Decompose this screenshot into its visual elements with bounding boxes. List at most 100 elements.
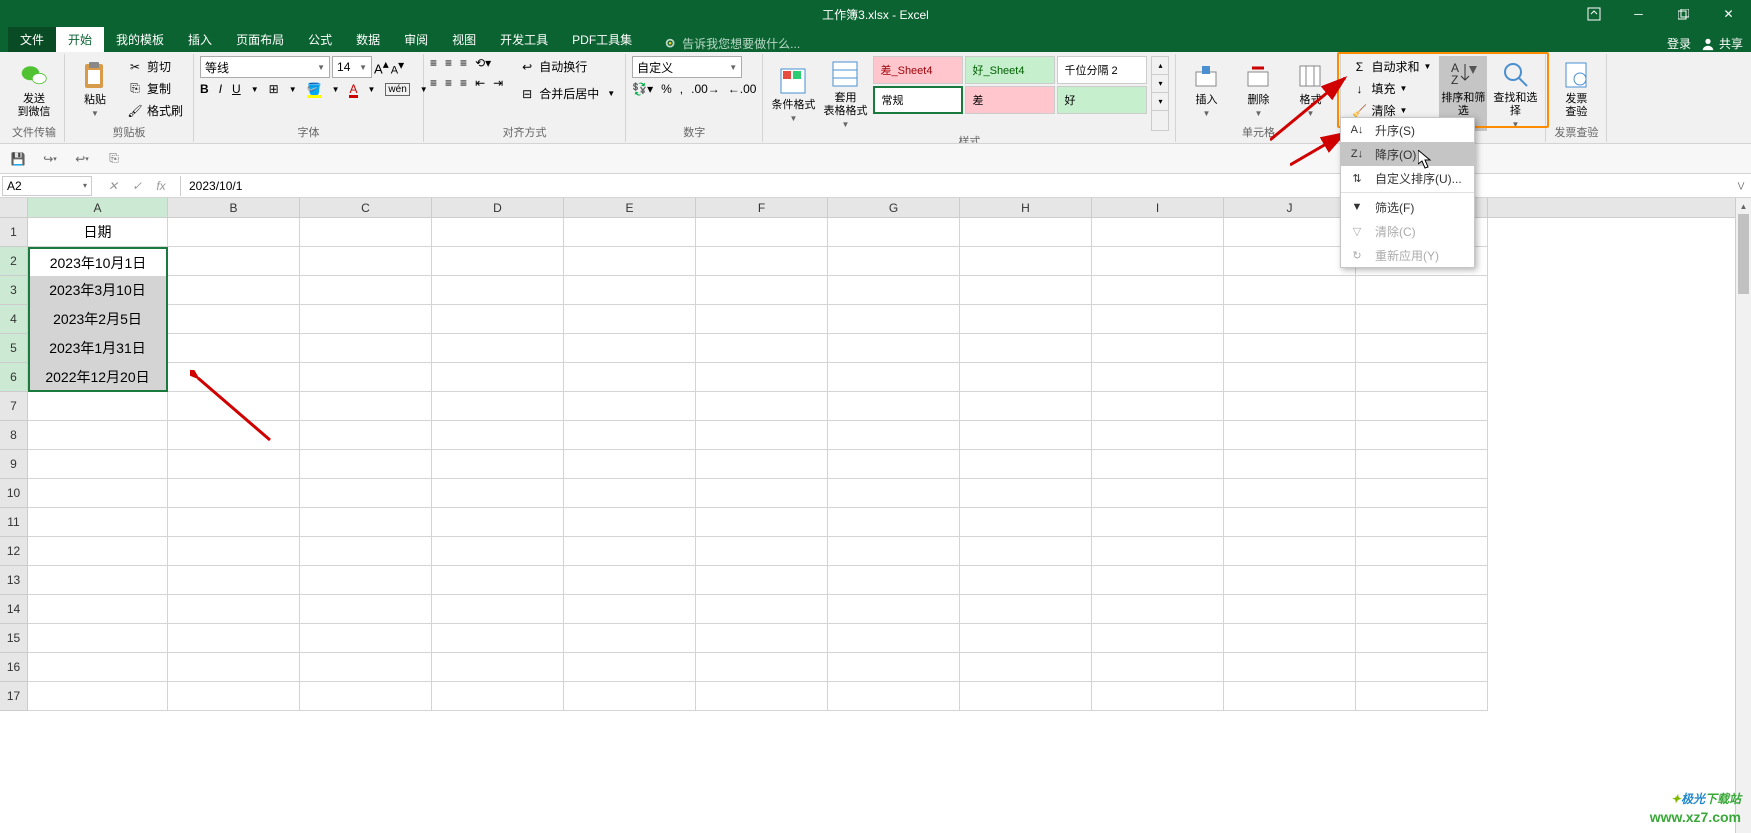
cell[interactable] xyxy=(300,247,432,276)
cell[interactable] xyxy=(28,421,168,450)
row-header[interactable]: 6 xyxy=(0,363,28,392)
cell[interactable] xyxy=(1224,595,1356,624)
cell[interactable] xyxy=(1356,421,1488,450)
style-gallery-arrows[interactable]: ▴▾▾ xyxy=(1151,56,1169,131)
cell[interactable] xyxy=(432,595,564,624)
decrease-decimal-icon[interactable]: ←.00 xyxy=(728,82,757,96)
col-header-I[interactable]: I xyxy=(1092,198,1224,217)
cell[interactable] xyxy=(432,566,564,595)
bold-button[interactable]: B xyxy=(200,82,209,96)
col-header-J[interactable]: J xyxy=(1224,198,1356,217)
row-header[interactable]: 2 xyxy=(0,247,28,276)
cell[interactable] xyxy=(300,595,432,624)
cell[interactable] xyxy=(564,276,696,305)
cell[interactable] xyxy=(564,566,696,595)
cell[interactable] xyxy=(1224,653,1356,682)
cell[interactable] xyxy=(564,305,696,334)
cell[interactable] xyxy=(1224,479,1356,508)
autosum-button[interactable]: Σ自动求和▼ xyxy=(1347,56,1435,77)
cell[interactable] xyxy=(960,450,1092,479)
wrap-text-button[interactable]: ↩自动换行 xyxy=(515,56,619,77)
align-left-icon[interactable]: ≡ xyxy=(430,76,437,90)
tab-review[interactable]: 审阅 xyxy=(392,27,440,52)
cell[interactable] xyxy=(696,566,828,595)
cell[interactable] xyxy=(828,334,960,363)
col-header-B[interactable]: B xyxy=(168,198,300,217)
cell[interactable] xyxy=(28,566,168,595)
font-size-combo[interactable]: 14▼ xyxy=(332,56,372,78)
phonetic-button[interactable]: wén xyxy=(385,83,409,96)
cell[interactable] xyxy=(960,218,1092,247)
fx-icon[interactable]: fx xyxy=(150,176,172,196)
close-icon[interactable]: ✕ xyxy=(1706,0,1751,28)
cell[interactable] xyxy=(1092,363,1224,392)
cell[interactable] xyxy=(828,479,960,508)
scroll-thumb[interactable] xyxy=(1738,214,1749,294)
cell[interactable] xyxy=(828,682,960,711)
cell[interactable] xyxy=(1092,305,1224,334)
cell[interactable] xyxy=(696,595,828,624)
cell[interactable] xyxy=(564,450,696,479)
cell[interactable] xyxy=(300,653,432,682)
custom-sort-item[interactable]: ⇅自定义排序(U)... xyxy=(1341,166,1474,190)
cell[interactable] xyxy=(432,682,564,711)
cell[interactable] xyxy=(432,363,564,392)
col-header-H[interactable]: H xyxy=(960,198,1092,217)
cell[interactable] xyxy=(564,218,696,247)
cell[interactable] xyxy=(1224,566,1356,595)
cell[interactable] xyxy=(960,276,1092,305)
comma-icon[interactable]: , xyxy=(680,82,683,96)
cell[interactable] xyxy=(960,595,1092,624)
cell[interactable] xyxy=(300,682,432,711)
cell[interactable] xyxy=(1356,595,1488,624)
cell[interactable] xyxy=(960,334,1092,363)
cell[interactable] xyxy=(1356,450,1488,479)
cell[interactable] xyxy=(1092,247,1224,276)
cancel-formula-icon[interactable]: ✕ xyxy=(102,176,124,196)
merge-center-button[interactable]: ⊟合并后居中▼ xyxy=(515,83,619,104)
cell[interactable] xyxy=(432,247,564,276)
undo-icon[interactable]: ↩▾ xyxy=(72,149,92,169)
cell[interactable] xyxy=(828,276,960,305)
cell[interactable] xyxy=(1356,624,1488,653)
tab-insert[interactable]: 插入 xyxy=(176,27,224,52)
find-select-button[interactable]: 查找和选择▼ xyxy=(1491,56,1539,131)
row-header[interactable]: 11 xyxy=(0,508,28,537)
login-link[interactable]: 登录 xyxy=(1667,35,1691,52)
increase-font-icon[interactable]: A▴ xyxy=(374,57,389,76)
cell[interactable] xyxy=(1092,479,1224,508)
col-header-F[interactable]: F xyxy=(696,198,828,217)
insert-cells-button[interactable]: 插入▼ xyxy=(1182,56,1230,122)
cell[interactable] xyxy=(432,537,564,566)
row-header[interactable]: 14 xyxy=(0,595,28,624)
cell[interactable] xyxy=(828,392,960,421)
redo-icon[interactable]: ↪▾ xyxy=(40,149,60,169)
tab-dev[interactable]: 开发工具 xyxy=(488,27,560,52)
touch-mode-icon[interactable]: ⎘ xyxy=(104,149,124,169)
cell[interactable] xyxy=(1092,421,1224,450)
cell[interactable] xyxy=(564,363,696,392)
cell[interactable] xyxy=(1356,479,1488,508)
indent-decrease-icon[interactable]: ⇤ xyxy=(475,76,485,90)
cell[interactable] xyxy=(1356,305,1488,334)
cell[interactable] xyxy=(1356,508,1488,537)
cell[interactable] xyxy=(1356,682,1488,711)
cell[interactable] xyxy=(168,392,300,421)
cell[interactable] xyxy=(960,305,1092,334)
cell[interactable] xyxy=(696,653,828,682)
style-thousand[interactable]: 千位分隔 2 xyxy=(1057,56,1147,84)
cell[interactable] xyxy=(168,276,300,305)
percent-icon[interactable]: % xyxy=(661,82,672,96)
cell[interactable] xyxy=(960,682,1092,711)
cell[interactable] xyxy=(564,537,696,566)
cell[interactable] xyxy=(432,421,564,450)
cell[interactable]: 2023年10月1日 xyxy=(28,247,168,276)
table-format-button[interactable]: 套用 表格格式▼ xyxy=(821,56,869,131)
cell[interactable] xyxy=(696,247,828,276)
cell[interactable] xyxy=(432,218,564,247)
cell[interactable] xyxy=(432,392,564,421)
tell-me-search[interactable]: 告诉我您想要做什么... xyxy=(664,35,800,52)
cell[interactable] xyxy=(1356,363,1488,392)
cell[interactable] xyxy=(300,450,432,479)
cell[interactable] xyxy=(960,392,1092,421)
